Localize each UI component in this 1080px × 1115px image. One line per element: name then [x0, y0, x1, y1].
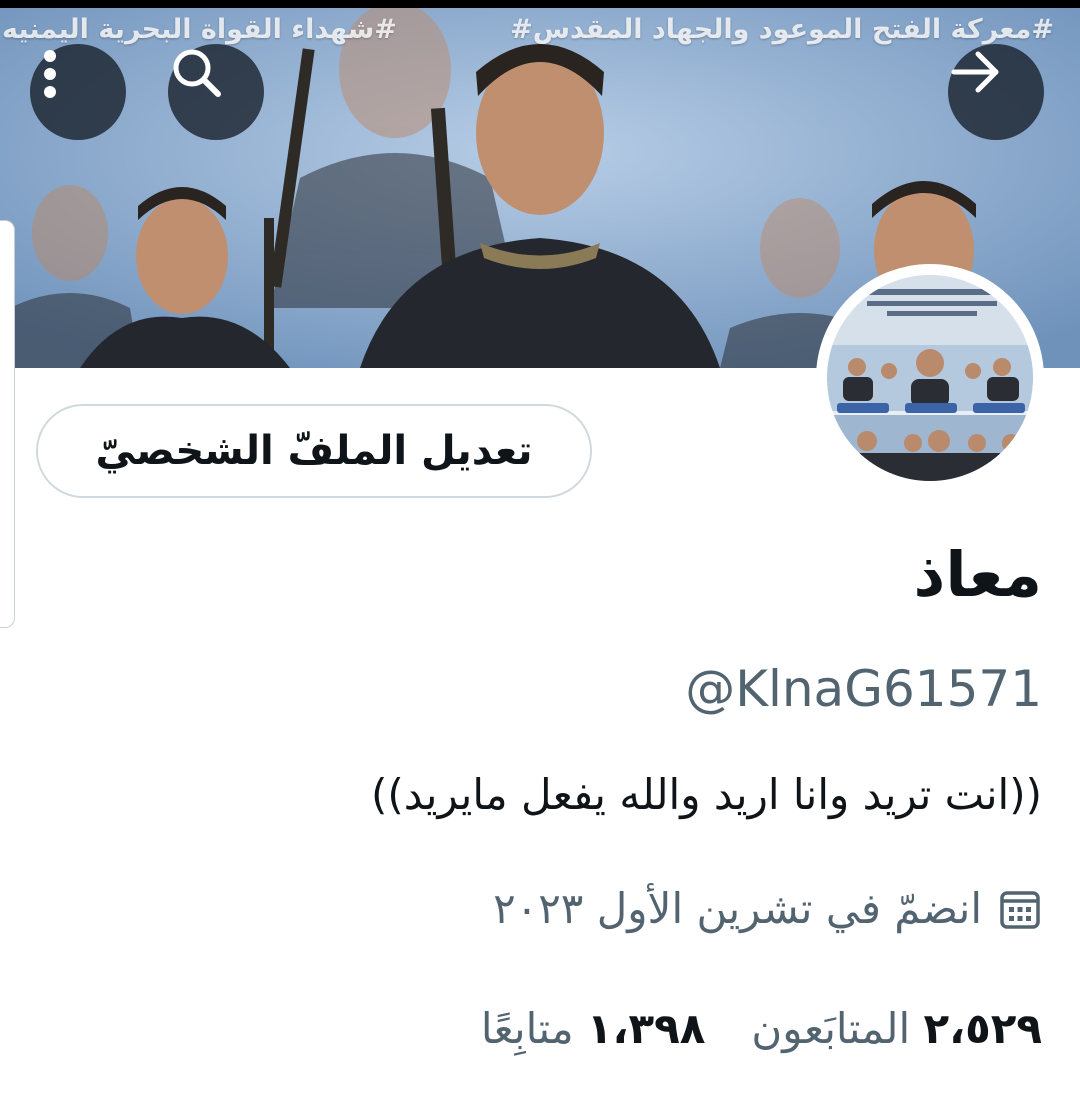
join-date-text: انضمّ في تشرين الأول ٢٠٢٣: [493, 884, 982, 933]
display-name: معاذ: [913, 538, 1042, 611]
profile-avatar[interactable]: [816, 264, 1044, 492]
more-options-button[interactable]: [30, 44, 126, 140]
status-strip: [0, 0, 1080, 8]
avatar-image: [827, 275, 1033, 481]
following-label: متابِعًا: [480, 1004, 574, 1053]
following-link[interactable]: ١،٣٩٨ متابِعًا: [481, 1004, 706, 1053]
profile-stats: ٢،٥٢٩ المتابَعون ١،٣٩٨ متابِعًا: [481, 1004, 1042, 1053]
join-date: انضمّ في تشرين الأول ٢٠٢٣: [493, 884, 1042, 933]
followers-label: المتابَعون: [751, 1004, 911, 1053]
followers-link[interactable]: ٢،٥٢٩ المتابَعون: [751, 1004, 1042, 1053]
calendar-icon: [1000, 890, 1040, 929]
banner-hashtag-right: #معركة الفتح الموعود والجهاد المقدس#: [510, 14, 1054, 45]
edit-profile-button[interactable]: تعديل الملفّ الشخصيّ: [36, 404, 592, 498]
followers-count: ٢،٥٢٩: [923, 1004, 1043, 1053]
following-count: ١،٣٩٨: [586, 1004, 706, 1053]
profile-bio: ((انت تريد وانا اريد والله يفعل مايريد)): [370, 770, 1042, 819]
search-icon: [173, 49, 221, 97]
search-button[interactable]: [168, 44, 264, 140]
back-button[interactable]: [948, 44, 1044, 140]
banner-hashtag-left: #شهداء القواة البحرية اليمنيه: [2, 14, 397, 45]
user-handle: @KlnaG61571: [685, 660, 1042, 718]
more-vertical-icon: [44, 50, 56, 98]
arrow-right-icon: [951, 51, 999, 93]
side-panel-edge: [0, 220, 15, 628]
